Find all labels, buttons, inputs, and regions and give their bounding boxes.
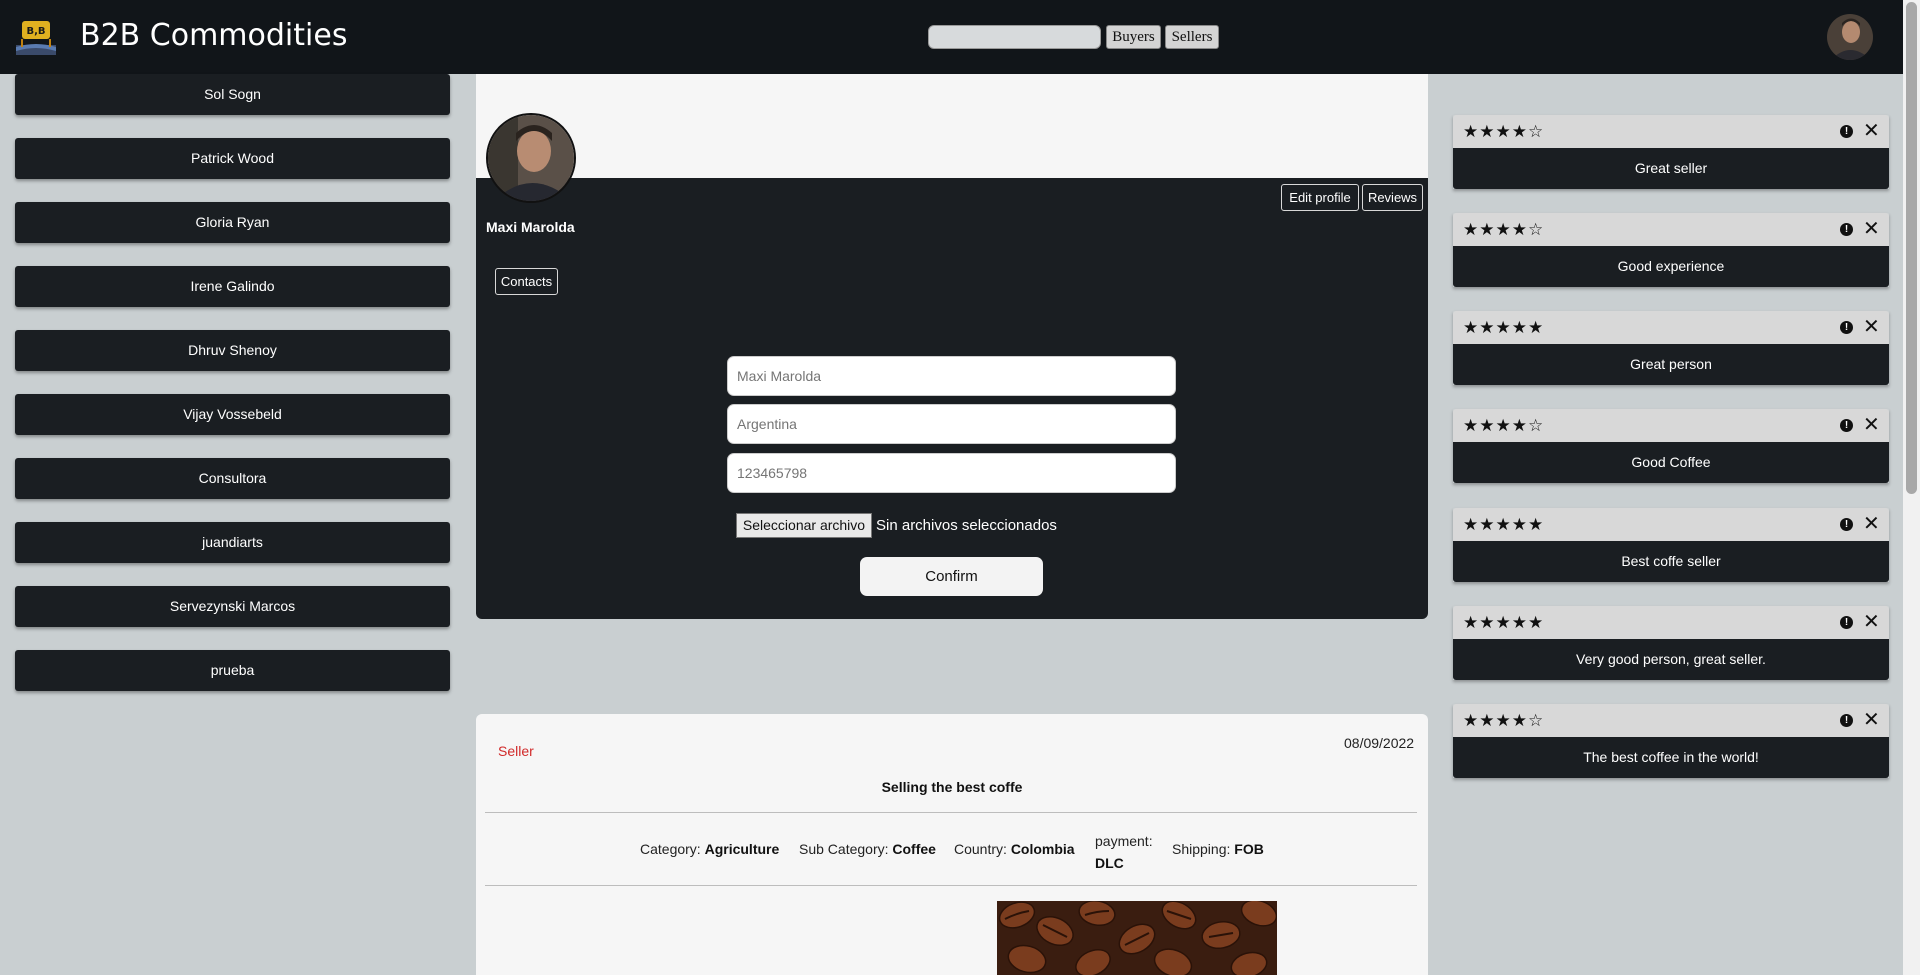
subcategory-label: Sub Category: bbox=[799, 841, 889, 857]
star-rating: ★★★★☆ bbox=[1463, 711, 1545, 730]
contacts-button[interactable]: Contacts bbox=[495, 268, 558, 295]
review-text: Best coffe seller bbox=[1453, 541, 1889, 582]
review-header: ★★★★★ ! ✕ bbox=[1453, 311, 1889, 344]
top-navbar: B,B B2B Commodities Buyers Sellers bbox=[0, 0, 1903, 74]
close-icon[interactable]: ✕ bbox=[1863, 316, 1880, 338]
coffee-beans-image bbox=[997, 901, 1277, 975]
review-text: Good Coffee bbox=[1453, 442, 1889, 483]
phone-field[interactable] bbox=[727, 453, 1176, 493]
star-rating: ★★★★★ bbox=[1463, 515, 1545, 534]
profile-banner bbox=[476, 74, 1428, 178]
scrollbar-thumb[interactable] bbox=[1906, 2, 1917, 494]
info-icon[interactable]: ! bbox=[1840, 419, 1853, 432]
review-card: ★★★★☆ ! ✕ Good experience bbox=[1453, 213, 1889, 287]
review-header: ★★★★☆ ! ✕ bbox=[1453, 213, 1889, 246]
user-list-item[interactable]: Vijay Vossebeld bbox=[15, 394, 450, 435]
sellers-button[interactable]: Sellers bbox=[1165, 25, 1219, 49]
payment-value: DLC bbox=[1095, 855, 1124, 871]
post-title[interactable]: Selling the best coffe bbox=[476, 779, 1428, 795]
review-card: ★★★★☆ ! ✕ Good Coffee bbox=[1453, 409, 1889, 483]
brand-title[interactable]: B2B Commodities bbox=[80, 18, 347, 53]
category-value: Agriculture bbox=[704, 841, 780, 857]
close-icon[interactable]: ✕ bbox=[1863, 218, 1880, 240]
info-icon[interactable]: ! bbox=[1840, 223, 1853, 236]
country-field[interactable] bbox=[727, 404, 1176, 444]
user-list-item[interactable]: juandiarts bbox=[15, 522, 450, 563]
review-card: ★★★★☆ ! ✕ Great seller bbox=[1453, 115, 1889, 189]
star-rating: ★★★★★ bbox=[1463, 318, 1545, 337]
review-header: ★★★★☆ ! ✕ bbox=[1453, 704, 1889, 737]
post-role: Seller bbox=[498, 743, 534, 759]
user-avatar[interactable] bbox=[1827, 14, 1873, 60]
user-list-item[interactable]: Consultora bbox=[15, 458, 450, 499]
star-rating: ★★★★☆ bbox=[1463, 122, 1545, 141]
post-country: Country: Colombia bbox=[954, 841, 1075, 857]
star-rating: ★★★★★ bbox=[1463, 613, 1545, 632]
review-card: ★★★★★ ! ✕ Best coffe seller bbox=[1453, 508, 1889, 582]
user-list-item[interactable]: Sol Sogn bbox=[15, 74, 450, 115]
user-list-item[interactable]: Servezynski Marcos bbox=[15, 586, 450, 627]
review-header: ★★★★★ ! ✕ bbox=[1453, 508, 1889, 541]
buyers-button[interactable]: Buyers bbox=[1106, 25, 1161, 49]
review-header: ★★★★☆ ! ✕ bbox=[1453, 115, 1889, 148]
close-icon[interactable]: ✕ bbox=[1863, 120, 1880, 142]
review-header: ★★★★★ ! ✕ bbox=[1453, 606, 1889, 639]
search-input[interactable] bbox=[928, 25, 1101, 49]
post-shipping: Shipping: FOB bbox=[1172, 841, 1264, 857]
info-icon[interactable]: ! bbox=[1840, 714, 1853, 727]
review-text: Great person bbox=[1453, 344, 1889, 385]
country-value: Colombia bbox=[1010, 841, 1075, 857]
shipping-value: FOB bbox=[1234, 841, 1264, 857]
country-label: Country: bbox=[954, 841, 1007, 857]
reviews-button[interactable]: Reviews bbox=[1362, 184, 1423, 211]
divider bbox=[485, 812, 1417, 813]
file-status: Sin archivos seleccionados bbox=[876, 517, 1057, 534]
review-text: The best coffee in the world! bbox=[1453, 737, 1889, 778]
file-select-button[interactable]: Seleccionar archivo bbox=[736, 513, 872, 538]
profile-name: Maxi Marolda bbox=[486, 219, 575, 235]
post-subcategory: Sub Category: Coffee bbox=[799, 841, 936, 857]
info-icon[interactable]: ! bbox=[1840, 518, 1853, 531]
review-card: ★★★★★ ! ✕ Great person bbox=[1453, 311, 1889, 385]
close-icon[interactable]: ✕ bbox=[1863, 513, 1880, 535]
logo-icon[interactable]: B,B bbox=[14, 17, 58, 59]
user-list-item[interactable]: Gloria Ryan bbox=[15, 202, 450, 243]
post-category: Category: Agriculture bbox=[640, 841, 779, 857]
close-icon[interactable]: ✕ bbox=[1863, 709, 1880, 731]
name-field[interactable] bbox=[727, 356, 1176, 396]
user-list-item[interactable]: Patrick Wood bbox=[15, 138, 450, 179]
post-payment: payment: DLC bbox=[1095, 830, 1153, 874]
review-card: ★★★★☆ ! ✕ The best coffee in the world! bbox=[1453, 704, 1889, 778]
review-text: Good experience bbox=[1453, 246, 1889, 287]
post-date: 08/09/2022 bbox=[1344, 735, 1415, 751]
close-icon[interactable]: ✕ bbox=[1863, 611, 1880, 633]
review-header: ★★★★☆ ! ✕ bbox=[1453, 409, 1889, 442]
category-label: Category: bbox=[640, 841, 701, 857]
review-card: ★★★★★ ! ✕ Very good person, great seller… bbox=[1453, 606, 1889, 680]
shipping-label: Shipping: bbox=[1172, 841, 1231, 857]
subcategory-value: Coffee bbox=[892, 841, 936, 857]
post-card bbox=[476, 714, 1428, 975]
profile-avatar bbox=[486, 113, 576, 203]
divider bbox=[485, 885, 1417, 886]
svg-text:B,B: B,B bbox=[26, 26, 45, 37]
user-list-item[interactable]: Irene Galindo bbox=[15, 266, 450, 307]
review-text: Very good person, great seller. bbox=[1453, 639, 1889, 680]
user-list-item[interactable]: Dhruv Shenoy bbox=[15, 330, 450, 371]
profile-panel bbox=[476, 178, 1428, 619]
confirm-button[interactable]: Confirm bbox=[860, 557, 1043, 596]
close-icon[interactable]: ✕ bbox=[1863, 414, 1880, 436]
payment-label: payment: bbox=[1095, 833, 1153, 849]
user-list-item[interactable]: prueba bbox=[15, 650, 450, 691]
star-rating: ★★★★☆ bbox=[1463, 416, 1545, 435]
review-text: Great seller bbox=[1453, 148, 1889, 189]
star-rating: ★★★★☆ bbox=[1463, 220, 1545, 239]
info-icon[interactable]: ! bbox=[1840, 321, 1853, 334]
edit-profile-button[interactable]: Edit profile bbox=[1281, 184, 1359, 211]
info-icon[interactable]: ! bbox=[1840, 616, 1853, 629]
info-icon[interactable]: ! bbox=[1840, 125, 1853, 138]
